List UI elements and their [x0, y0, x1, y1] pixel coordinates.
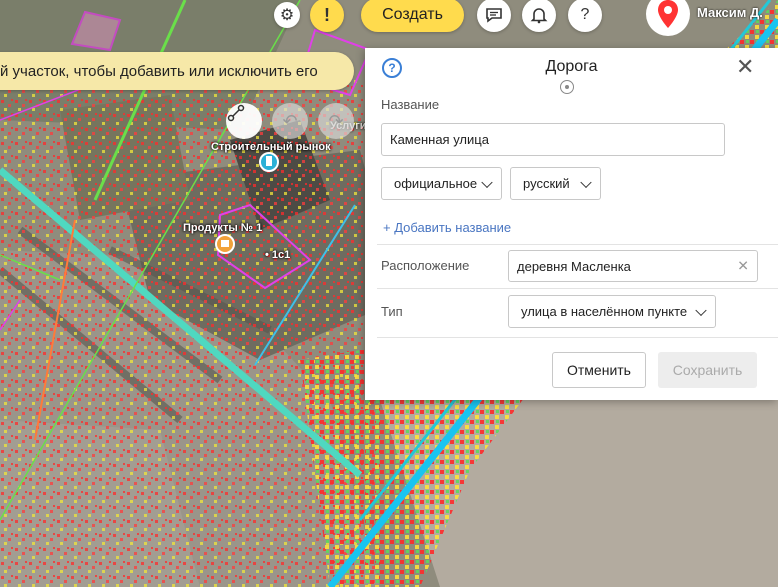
name-input-value: Каменная улица: [390, 132, 489, 147]
divider: [377, 288, 778, 289]
add-name-link[interactable]: + Добавить название: [383, 220, 511, 235]
type-label: Тип: [381, 304, 403, 319]
chevron-down-icon: [695, 304, 707, 316]
hint-banner: й участок, чтобы добавить или исключить …: [0, 52, 354, 90]
poi-label-market[interactable]: Строительный рынок: [211, 141, 331, 153]
road-type-select[interactable]: улица в населённом пункте: [508, 295, 716, 328]
cancel-button[interactable]: Отменить: [552, 352, 646, 388]
save-button[interactable]: Сохранить: [658, 352, 757, 388]
chevron-down-icon: [481, 176, 493, 188]
gear-icon: ⚙: [279, 7, 295, 24]
map-pin-logo-icon: [658, 0, 678, 28]
redo-icon: ↷: [328, 110, 344, 131]
location-input[interactable]: деревня Масленка ✕: [508, 250, 758, 282]
bell-icon: [530, 8, 548, 24]
locate-object-icon[interactable]: [560, 80, 574, 94]
location-label: Расположение: [381, 258, 470, 273]
clear-icon[interactable]: ✕: [737, 258, 749, 275]
vertex-edit-icon: [227, 104, 245, 122]
create-button[interactable]: Создать: [361, 0, 464, 32]
divider: [377, 244, 778, 245]
settings-button[interactable]: ⚙: [274, 2, 300, 28]
edit-vertices-button[interactable]: [226, 103, 262, 139]
hint-text: й участок, чтобы добавить или исключить …: [0, 62, 318, 80]
close-icon[interactable]: ✕: [736, 56, 754, 78]
chevron-down-icon: [580, 176, 592, 188]
undo-button[interactable]: ↶: [272, 103, 308, 139]
panel-title: Дорога: [545, 58, 598, 75]
exclamation-icon: !: [324, 4, 330, 25]
name-label: Название: [381, 97, 440, 112]
user-name[interactable]: Максим Д.: [697, 5, 763, 20]
name-type-select[interactable]: официальное: [381, 167, 502, 200]
divider: [377, 337, 778, 338]
chat-icon: [486, 8, 502, 23]
redo-button[interactable]: ↷: [318, 103, 354, 139]
language-select[interactable]: русский: [510, 167, 601, 200]
name-input[interactable]: Каменная улица: [381, 123, 725, 156]
poi-label-products[interactable]: Продукты № 1: [183, 222, 262, 234]
building-label[interactable]: • 1с1: [265, 249, 290, 261]
question-icon: ?: [580, 6, 590, 23]
undo-icon: ↶: [282, 110, 298, 131]
road-edit-panel: ? Дорога ✕ Название Каменная улица офици…: [365, 48, 778, 400]
